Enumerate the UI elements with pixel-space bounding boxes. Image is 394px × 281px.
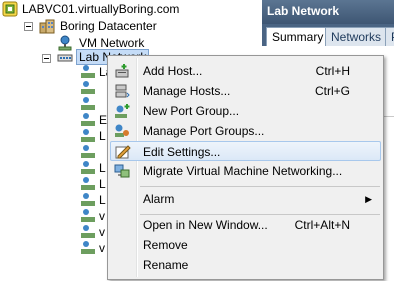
menu-item-remove[interactable]: Remove: [110, 235, 381, 255]
menu-item-shortcut: Ctrl+Alt+N: [294, 218, 350, 232]
migrate-networking-icon: [114, 163, 130, 179]
menu-item-label: Add Host...: [143, 64, 203, 78]
distributed-switch-icon: [57, 50, 73, 66]
edit-settings-icon: [115, 144, 131, 160]
tab-ports[interactable]: P: [385, 27, 394, 46]
tree-node-label: L: [99, 177, 106, 191]
tab-summary[interactable]: Summary: [266, 27, 330, 46]
manage-port-groups-icon: [114, 123, 130, 139]
tree-node-port-group[interactable]: L: [80, 160, 106, 176]
port-group-icon: [80, 160, 96, 176]
add-host-icon: [114, 63, 130, 79]
menu-item-label: Migrate Virtual Machine Networking...: [143, 164, 343, 178]
tree-node-port-group[interactable]: E: [80, 112, 107, 128]
tab-networks[interactable]: Networks: [325, 27, 388, 46]
menu-item-label: Rename: [143, 258, 189, 272]
context-menu: Add Host... Ctrl+H Manage Hosts... Ctrl+…: [107, 55, 384, 280]
port-group-icon: [80, 80, 96, 96]
menu-item-manage-hosts[interactable]: Manage Hosts... Ctrl+G: [110, 81, 381, 101]
new-port-group-icon: [114, 103, 130, 119]
tree-node-label: L: [99, 129, 106, 143]
menu-item-label: Alarm: [143, 192, 175, 206]
menu-item-shortcut: Ctrl+G: [314, 84, 350, 98]
port-group-icon: [80, 240, 96, 256]
tree-node-port-group[interactable]: [80, 96, 100, 112]
menu-item-alarm[interactable]: Alarm ▶: [110, 189, 381, 209]
menu-item-manage-port-groups[interactable]: Manage Port Groups...: [110, 121, 381, 141]
menu-item-label: Manage Hosts...: [143, 84, 231, 98]
menu-item-edit-settings[interactable]: Edit Settings...: [110, 141, 381, 161]
menu-item-label: Edit Settings...: [143, 145, 221, 159]
tree-node-label: v: [99, 241, 105, 255]
tree-node-label: L: [99, 193, 106, 207]
menu-item-rename[interactable]: Rename: [110, 255, 381, 275]
vcenter-server-icon: [2, 1, 18, 17]
menu-item-add-host[interactable]: Add Host... Ctrl+H: [110, 61, 381, 81]
tree-node-label: v: [99, 225, 105, 239]
tree-node-port-group[interactable]: L: [80, 176, 106, 192]
tree-node-port-group[interactable]: v: [80, 208, 105, 224]
tree-node-port-group[interactable]: [80, 80, 100, 96]
tree-node-datacenter[interactable]: Boring Datacenter: [0, 17, 262, 35]
tree-node-port-group[interactable]: L: [80, 128, 106, 144]
manage-hosts-icon: [114, 83, 130, 99]
tab-strip: Summary Networks P: [262, 24, 394, 46]
port-group-icon: [80, 192, 96, 208]
menu-item-label: New Port Group...: [143, 104, 240, 118]
port-group-icon: [80, 144, 96, 160]
port-group-icon: [80, 224, 96, 240]
collapse-toggle[interactable]: [42, 54, 51, 63]
menu-item-shortcut: Ctrl+H: [315, 64, 350, 78]
menu-item-open-new-window[interactable]: Open in New Window... Ctrl+Alt+N: [110, 215, 381, 235]
tree-node-port-group[interactable]: v: [80, 224, 105, 240]
menu-item-label: Manage Port Groups...: [143, 124, 265, 138]
tree-node-label: v: [99, 209, 105, 223]
port-group-icon: [80, 96, 96, 112]
tree-node-port-group[interactable]: v: [80, 240, 105, 256]
menu-item-label: Open in New Window...: [143, 218, 268, 232]
port-group-icon: [80, 128, 96, 144]
port-group-icon: [80, 176, 96, 192]
datacenter-icon: [39, 18, 55, 34]
menu-item-label: Remove: [143, 238, 188, 252]
tree-node-port-group[interactable]: [80, 144, 100, 160]
tree-node-label: E: [99, 113, 108, 127]
panel-title: Lab Network: [267, 4, 340, 18]
collapse-toggle[interactable]: [24, 22, 33, 31]
tree-node-label: L: [99, 161, 106, 175]
port-group-icon: [80, 208, 96, 224]
tree-node-port-group[interactable]: L: [80, 192, 106, 208]
submenu-arrow-icon: ▶: [365, 194, 372, 204]
tree-node-port-group[interactable]: La: [80, 64, 112, 80]
tree-node-label: Boring Datacenter: [60, 19, 157, 33]
panel-header: Lab Network: [262, 0, 394, 24]
tree-node-vcenter[interactable]: LABVC01.virtuallyBoring.com: [0, 0, 262, 18]
menu-separator: [140, 186, 380, 187]
menu-item-migrate-networking[interactable]: Migrate Virtual Machine Networking...: [110, 161, 381, 181]
tree-node-label: LABVC01.virtuallyBoring.com: [22, 2, 180, 16]
menu-item-new-port-group[interactable]: New Port Group...: [110, 101, 381, 121]
port-group-icon: [80, 64, 96, 80]
port-group-icon: [80, 112, 96, 128]
